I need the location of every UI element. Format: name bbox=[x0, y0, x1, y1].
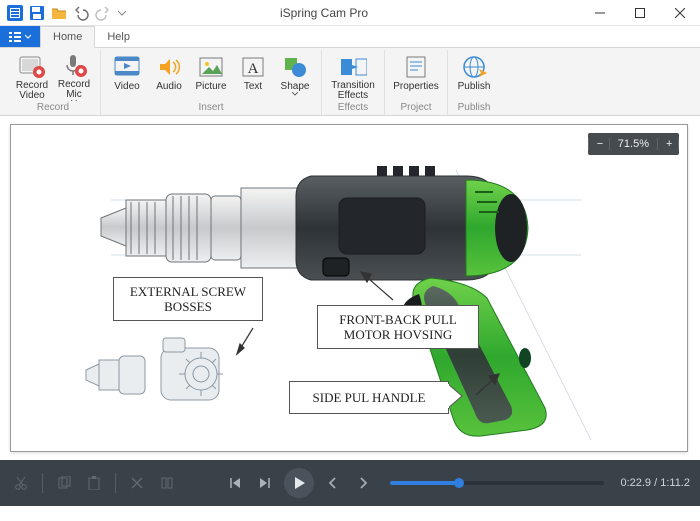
maximize-button[interactable] bbox=[620, 0, 660, 26]
insert-picture-button[interactable]: Picture bbox=[191, 50, 231, 102]
record-video-label: Record Video bbox=[16, 81, 48, 101]
shape-icon bbox=[281, 53, 309, 81]
annotation-text: EXTERNAL SCREW BOSSES bbox=[130, 284, 246, 314]
properties-button[interactable]: Properties bbox=[391, 50, 441, 102]
group-record-label: Record bbox=[37, 102, 69, 114]
group-project: Properties Project bbox=[385, 50, 448, 115]
video-icon bbox=[113, 53, 141, 81]
paste-button[interactable] bbox=[83, 472, 105, 494]
text-icon: A bbox=[239, 53, 267, 81]
insert-shape-button[interactable]: Shape bbox=[275, 50, 315, 102]
title-bar: iSpring Cam Pro bbox=[0, 0, 700, 26]
copy-button[interactable] bbox=[53, 472, 75, 494]
group-record: Record Video Record Mic Record bbox=[6, 50, 101, 115]
save-button[interactable] bbox=[28, 4, 46, 22]
insert-video-button[interactable]: Video bbox=[107, 50, 147, 102]
window-title: iSpring Cam Pro bbox=[68, 6, 580, 20]
step-back-button[interactable] bbox=[322, 472, 344, 494]
annotation-screw-bosses[interactable]: EXTERNAL SCREW BOSSES bbox=[113, 277, 263, 321]
record-video-button[interactable]: Record Video bbox=[12, 50, 52, 102]
seek-track[interactable] bbox=[390, 481, 604, 485]
insert-text-label: Text bbox=[244, 82, 262, 92]
audio-icon bbox=[155, 53, 183, 81]
publish-icon bbox=[460, 53, 488, 81]
separator bbox=[115, 473, 116, 493]
separator bbox=[42, 473, 43, 493]
playback-bar: 0:22.9 / 1:11.2 bbox=[0, 460, 700, 506]
transition-effects-button[interactable]: Transition Effects bbox=[328, 50, 378, 102]
group-effects: Transition Effects Effects bbox=[322, 50, 385, 115]
transition-icon bbox=[339, 53, 367, 80]
group-publish-label: Publish bbox=[458, 102, 491, 114]
insert-picture-label: Picture bbox=[195, 82, 226, 92]
insert-audio-button[interactable]: Audio bbox=[149, 50, 189, 102]
app-icon bbox=[6, 4, 24, 22]
time-current: 0:22.9 bbox=[620, 477, 651, 489]
group-insert-label: Insert bbox=[198, 102, 223, 114]
time-total: 1:11.2 bbox=[660, 477, 690, 489]
properties-icon bbox=[402, 53, 430, 81]
insert-video-label: Video bbox=[114, 82, 139, 92]
record-mic-icon bbox=[60, 53, 88, 79]
annotation-front-back[interactable]: FRONT-BACK PULL MOTOR HOVSING bbox=[317, 305, 479, 349]
ribbon: Record Video Record Mic Record Video bbox=[0, 48, 700, 116]
annotation-text: FRONT-BACK PULL MOTOR HOVSING bbox=[339, 312, 457, 342]
annotation-text: SIDE PUL HANDLE bbox=[313, 390, 426, 405]
seek-progress bbox=[390, 481, 459, 485]
ribbon-tabs: Home Help bbox=[0, 26, 700, 48]
group-publish: Publish Publish bbox=[448, 50, 500, 115]
tab-home[interactable]: Home bbox=[40, 26, 95, 48]
group-effects-label: Effects bbox=[338, 102, 368, 114]
zoom-in-button[interactable]: + bbox=[657, 138, 679, 150]
annotation-side-handle[interactable]: SIDE PUL HANDLE bbox=[289, 381, 449, 414]
insert-audio-label: Audio bbox=[156, 82, 182, 92]
group-insert: Video Audio Picture A Text bbox=[101, 50, 322, 115]
record-video-icon bbox=[18, 53, 46, 80]
play-button[interactable] bbox=[284, 468, 314, 498]
group-project-label: Project bbox=[400, 102, 431, 114]
slide-canvas[interactable]: − 71.5% + bbox=[10, 124, 688, 452]
insert-shape-label: Shape bbox=[281, 82, 310, 92]
minimize-button[interactable] bbox=[580, 0, 620, 26]
publish-label: Publish bbox=[458, 82, 491, 92]
tab-help[interactable]: Help bbox=[95, 26, 143, 47]
delete-button[interactable] bbox=[126, 472, 148, 494]
open-button[interactable] bbox=[50, 4, 68, 22]
transition-label: Transition Effects bbox=[331, 81, 375, 101]
svg-text:A: A bbox=[248, 61, 259, 77]
properties-label: Properties bbox=[393, 82, 439, 92]
publish-button[interactable]: Publish bbox=[454, 50, 494, 102]
time-display: 0:22.9 / 1:11.2 bbox=[620, 477, 690, 489]
picture-icon bbox=[197, 53, 225, 81]
insert-text-button[interactable]: A Text bbox=[233, 50, 273, 102]
record-mic-button[interactable]: Record Mic bbox=[54, 50, 94, 102]
skip-end-button[interactable] bbox=[254, 472, 276, 494]
step-forward-button[interactable] bbox=[352, 472, 374, 494]
skip-start-button[interactable] bbox=[224, 472, 246, 494]
crop-button[interactable] bbox=[156, 472, 178, 494]
window-controls bbox=[580, 0, 700, 26]
close-button[interactable] bbox=[660, 0, 700, 26]
record-mic-label: Record Mic bbox=[58, 80, 90, 100]
editor-viewport: − 71.5% + bbox=[0, 116, 700, 460]
cut-button[interactable] bbox=[10, 472, 32, 494]
seek-knob[interactable] bbox=[454, 478, 464, 488]
tab-file[interactable] bbox=[0, 26, 40, 47]
